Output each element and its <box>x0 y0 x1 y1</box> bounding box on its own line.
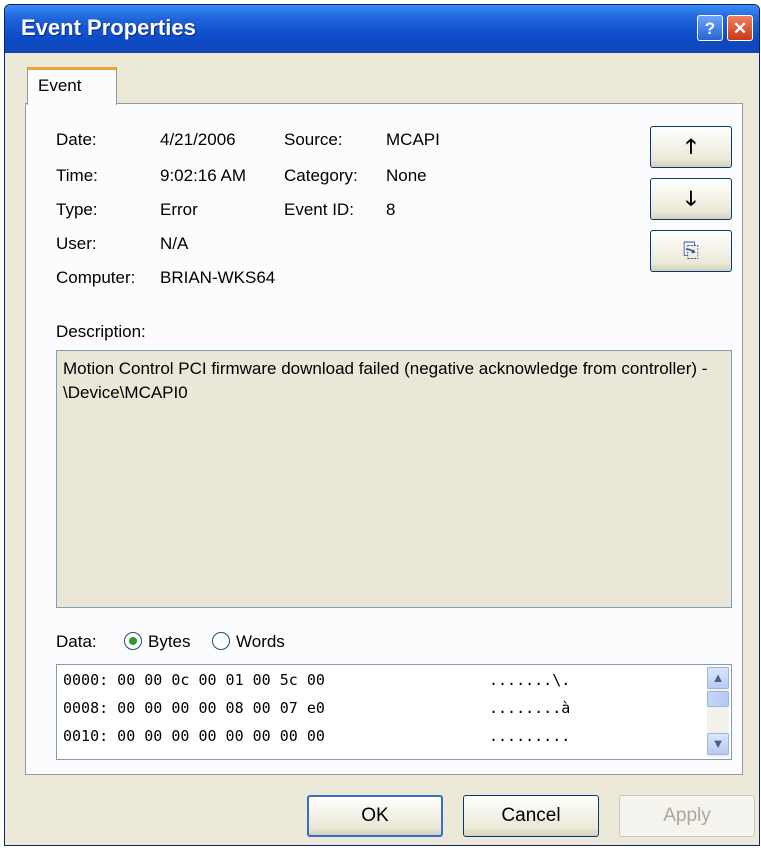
scroll-down-button[interactable]: ▼ <box>707 733 729 755</box>
copy-icon: ⎘ <box>683 240 699 262</box>
computer-value: BRIAN-WKS64 <box>160 268 276 287</box>
arrow-up-icon: 🡑 <box>685 136 697 158</box>
data-row-ascii: ........à <box>489 699 571 717</box>
source-label: Source: <box>284 130 343 149</box>
data-hex-view[interactable]: 0000: 00 00 0c 00 01 00 5c 00 .......\. … <box>56 664 732 760</box>
data-row-ascii: ......... <box>489 727 571 745</box>
event-tab-panel: Date: 4/21/2006 Time: 9:02:16 AM Type: E… <box>25 103 743 775</box>
date-label: Date: <box>56 130 97 149</box>
ok-button[interactable]: OK <box>307 795 443 837</box>
data-row-ascii: .......\. <box>489 671 571 689</box>
time-value: 9:02:16 AM <box>160 166 247 185</box>
data-label: Data: <box>56 632 97 651</box>
words-radio[interactable] <box>212 632 230 650</box>
event-id-label: Event ID: <box>284 200 354 219</box>
scroll-thumb[interactable] <box>707 691 729 707</box>
help-button[interactable]: ? <box>697 15 723 41</box>
window-title: Event Properties <box>21 15 196 40</box>
words-radio-label[interactable]: Words <box>236 632 285 652</box>
date-value: 4/21/2006 <box>160 130 236 149</box>
bytes-radio[interactable] <box>124 632 142 650</box>
description-label: Description: <box>56 322 146 341</box>
time-label: Time: <box>56 166 98 185</box>
cancel-button[interactable]: Cancel <box>463 795 599 837</box>
title-bar[interactable]: Event Properties ? ✕ <box>5 5 759 53</box>
scroll-up-button[interactable]: ▲ <box>707 667 729 689</box>
user-label: User: <box>56 234 97 253</box>
chevron-up-icon: ▲ <box>711 670 725 685</box>
data-row-hex: 0010: 00 00 00 00 00 00 00 00 <box>63 727 325 745</box>
data-row-hex: 0000: 00 00 0c 00 01 00 5c 00 <box>63 671 325 689</box>
user-value: N/A <box>160 234 189 253</box>
description-textbox[interactable]: Motion Control PCI firmware download fai… <box>56 350 732 608</box>
close-button[interactable]: ✕ <box>727 15 753 41</box>
tab-event[interactable]: Event <box>27 67 117 105</box>
event-properties-window: Event Properties ? ✕ Event Date: 4/21/20… <box>4 4 760 846</box>
data-scrollbar[interactable]: ▲ ▼ <box>707 667 729 757</box>
type-value: Error <box>160 200 198 219</box>
previous-event-button[interactable]: 🡑 <box>650 126 732 168</box>
data-row-hex: 0008: 00 00 00 00 08 00 07 e0 <box>63 699 325 717</box>
chevron-down-icon: ▼ <box>711 736 725 751</box>
next-event-button[interactable]: 🡓 <box>650 178 732 220</box>
source-value: MCAPI <box>386 130 440 149</box>
category-label: Category: <box>284 166 358 185</box>
apply-button[interactable]: Apply <box>619 795 755 837</box>
bytes-radio-label[interactable]: Bytes <box>148 632 191 652</box>
arrow-down-icon: 🡓 <box>685 188 697 210</box>
copy-event-button[interactable]: ⎘ <box>650 230 732 272</box>
computer-label: Computer: <box>56 268 136 287</box>
category-value: None <box>386 166 427 185</box>
type-label: Type: <box>56 200 98 219</box>
event-id-value: 8 <box>386 200 396 219</box>
